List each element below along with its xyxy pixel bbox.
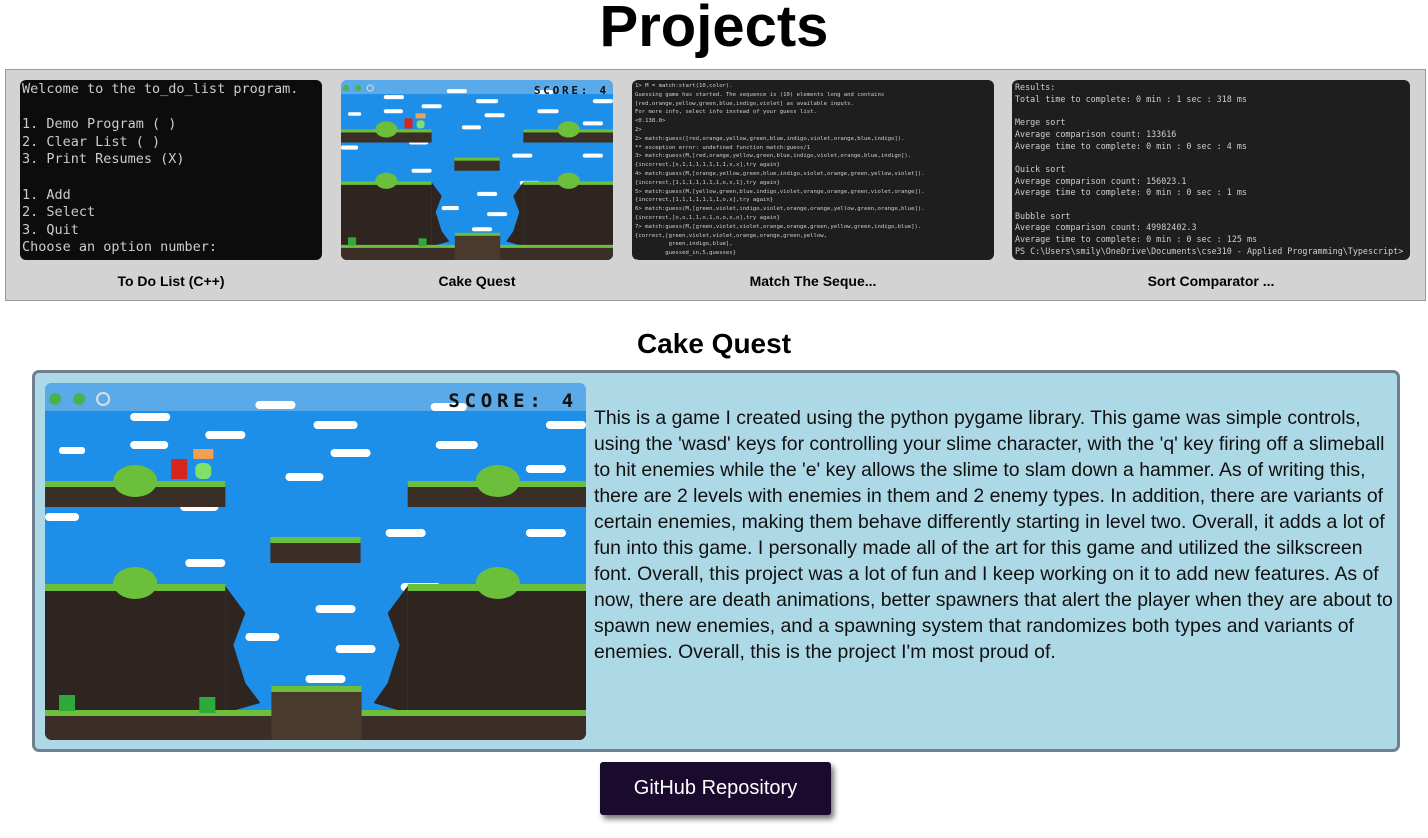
project-detail-panel: SCORE: 4 This is a game I created using … <box>32 370 1400 752</box>
project-card-label: To Do List (C++) <box>117 273 225 289</box>
term-line: Quick sort <box>1015 163 1066 174</box>
term-line: 2. Select <box>22 204 96 221</box>
match-sequence-screenshot: 1> M = match:start(10,color). Guessing ga… <box>632 80 994 260</box>
project-card-label: Sort Comparator ... <box>1147 273 1275 289</box>
term-line: guessed_in,5,guesses} <box>635 250 737 257</box>
term-line: Welcome to the to_do_list program. <box>22 81 299 97</box>
term-line: 3> match:guess(M,[red,orange,yellow,gree… <box>635 153 912 160</box>
term-line <box>22 99 322 117</box>
term-line: Guessing game has started. The sequence … <box>635 91 885 98</box>
term-line: ** exception error: undefined function m… <box>635 144 811 151</box>
score-display: SCORE: 4 <box>533 83 609 97</box>
project-card-label: Match The Seque... <box>749 273 877 289</box>
project-gallery: Welcome to the to_do_list program. 1. De… <box>5 69 1426 301</box>
term-line: 1. Demo Program ( ) <box>22 116 177 133</box>
term-line: Average time to complete: 0 min : 0 sec … <box>1015 234 1258 245</box>
term-line <box>1015 199 1410 211</box>
term-line: {incorrect,[1,1,1,1,1,1,1,o,x,1],try aga… <box>635 179 780 186</box>
term-line: 2. Clear List ( ) <box>22 133 161 150</box>
term-line <box>1015 152 1410 164</box>
term-line <box>1015 105 1410 117</box>
project-card-cake-quest[interactable]: SCORE: 4 Cake Quest <box>341 80 613 289</box>
project-detail-title: Cake Quest <box>636 328 792 359</box>
game-scene <box>45 383 586 740</box>
term-line: 8> <box>635 258 994 260</box>
term-line: Average time to complete: 0 min : 0 sec … <box>1015 140 1247 151</box>
term-line: 3. Print Resumes (X) <box>22 151 185 168</box>
term-line: Average comparison count: 133616 <box>1015 128 1177 139</box>
term-line: Bubble sort <box>1015 210 1071 221</box>
cake-quest-screenshot: SCORE: 4 <box>341 80 613 260</box>
term-line: Results: <box>1015 82 1056 92</box>
term-line: 2> <box>635 126 642 133</box>
to-do-list-screenshot: Welcome to the to_do_list program. 1. De… <box>20 80 322 260</box>
game-scene <box>341 80 613 260</box>
score-display: SCORE: 4 <box>448 390 578 413</box>
term-line: Average time to complete: 0 min : 0 sec … <box>1015 187 1247 198</box>
project-card-match-the-sequence[interactable]: 1> M = match:start(10,color). Guessing ga… <box>632 80 994 289</box>
term-line: 4> match:guess(M,[orange,yellow,green,bl… <box>635 170 925 177</box>
term-line: PS C:\Users\smily\OneDrive\Documents\cse… <box>1015 245 1409 256</box>
term-line: {incorrect,[o,o,1,1,o,1,o,o,x,o],try aga… <box>635 214 780 221</box>
term-line: {incorrect,[1,1,1,1,1,1,1,o,x],try again… <box>635 197 774 204</box>
term-line: {correct,[green,violet,violet,orange,ora… <box>635 232 827 239</box>
term-line: 1. Add <box>22 186 71 203</box>
term-line: Average comparison count: 49982402.3 <box>1015 222 1197 233</box>
cake-quest-large-screenshot: SCORE: 4 <box>45 383 586 740</box>
term-line: For more info, select info instead of yo… <box>635 109 817 116</box>
term-line: [red,orange,yellow,green,blue,indigo,vio… <box>635 100 854 107</box>
term-line: {incorrect,[x,1,1,1,1,1,1,1,x,x],try aga… <box>635 162 780 169</box>
project-card-label: Cake Quest <box>438 273 516 289</box>
term-line: 1> M = match:start(10,color). <box>635 83 733 89</box>
term-line: Choose an option number: <box>22 239 218 256</box>
term-line <box>22 169 322 187</box>
page-title: Projects <box>599 0 829 59</box>
sort-comparator-screenshot: Results: Total time to complete: 0 min : … <box>1012 80 1410 260</box>
term-line: 7> match:guess(M,[green,violet,violet,or… <box>635 223 922 230</box>
github-repository-button[interactable]: GitHub Repository <box>600 762 831 815</box>
term-line: 5> match:guess(M,[yellow,green,blue,indi… <box>635 188 925 195</box>
term-line: Total time to complete: 0 min : 1 sec : … <box>1015 93 1247 104</box>
term-line: <0.138.0> <box>635 118 666 125</box>
project-card-to-do-list[interactable]: Welcome to the to_do_list program. 1. De… <box>20 80 322 289</box>
term-line: 6> match:guess(M,[green,violet,indigo,vi… <box>635 206 925 213</box>
term-line: 2> match:guess([red,orange,yellow,green,… <box>635 135 905 142</box>
project-card-sort-comparator[interactable]: Results: Total time to complete: 0 min : … <box>1012 80 1410 289</box>
term-line: 3. Quit <box>22 221 79 238</box>
project-description: This is a game I created using the pytho… <box>594 407 1393 663</box>
term-line: Average comparison count: 156023.1 <box>1015 175 1187 186</box>
term-line: green,indigo,blue], <box>635 241 733 248</box>
term-line: Merge sort <box>1015 117 1066 128</box>
